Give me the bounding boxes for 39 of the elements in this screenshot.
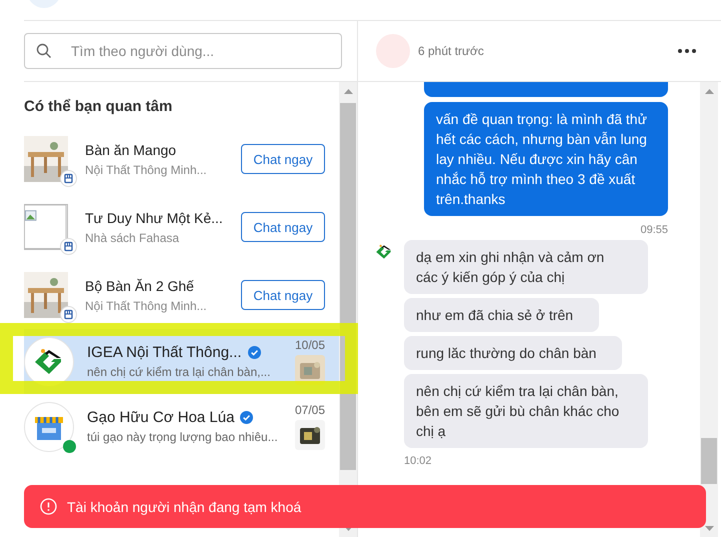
search-icon bbox=[36, 43, 52, 59]
message-time: 09:55 bbox=[640, 224, 668, 236]
message-bubble: nên chị cứ kiểm tra lại chân bàn, bên em sẽ gửi bù chân khác cho chị ạ bbox=[404, 374, 648, 448]
chat-button[interactable]: Chat ngay bbox=[241, 144, 325, 174]
message-date: 10/05 bbox=[294, 338, 325, 352]
message-bubble: dạ em xin ghi nhận và cảm ơn các ý kiến góp ý của chị bbox=[404, 240, 648, 294]
section-title: Có thể bạn quan tâm bbox=[24, 98, 174, 115]
contact-name: Gạo Hữu Cơ Hoa Lúa bbox=[87, 409, 234, 426]
shop-icon bbox=[60, 170, 77, 187]
shop-icon bbox=[60, 238, 77, 255]
message-date: 07/05 bbox=[294, 403, 325, 417]
up-arrow-icon[interactable] bbox=[344, 88, 352, 94]
message-bubble: như em đã chia sẻ ở trên bbox=[404, 298, 600, 332]
chat-button[interactable]: Chat ngay bbox=[241, 212, 325, 242]
up-arrow-icon[interactable] bbox=[704, 88, 714, 94]
shop-icon bbox=[60, 306, 77, 323]
alert-icon bbox=[40, 498, 57, 515]
message-preview: nên chị cứ kiểm tra lại chân bàn,... bbox=[87, 365, 272, 379]
product-name: Bộ Bàn Ăn 2 Ghế bbox=[85, 278, 195, 294]
scrollbar-thumb[interactable] bbox=[701, 438, 717, 484]
toast-message: Tài khoản người nhận đang tạm khoá bbox=[67, 498, 302, 514]
shop-name: Nhà sách Fahasa bbox=[85, 230, 180, 244]
broken-image-icon bbox=[24, 204, 68, 250]
down-arrow-icon[interactable] bbox=[704, 526, 714, 530]
more-icon[interactable] bbox=[677, 48, 697, 54]
message-time: 10:02 bbox=[404, 455, 432, 467]
shop-name: Nội Thất Thông Minh... bbox=[85, 298, 208, 312]
conversation-item[interactable]: Gạo Hữu Cơ Hoa Lúa túi gạo này trọng lượng bao nhiêu... 07/05 bbox=[24, 394, 339, 459]
contact-name: IGEA Nội Thất Thông... bbox=[87, 344, 242, 361]
scrollbar[interactable] bbox=[700, 82, 718, 537]
chat-button[interactable]: Chat ngay bbox=[241, 280, 325, 310]
search-field[interactable]: Tìm theo người dùng... bbox=[24, 33, 342, 69]
product-name: Bàn ăn Mango bbox=[85, 142, 178, 158]
product-name: Tư Duy Như Một Kẻ... bbox=[85, 210, 224, 226]
message-bubble: rung lăc thường do chân bàn bbox=[404, 336, 622, 370]
message-preview: túi gạo này trọng lượng bao nhiêu... bbox=[87, 430, 279, 444]
message-bubble: vấn đề quan trọng: là mình đã thử hết các cách, nhưng bàn vẫn lung lay nhiều. Nếu được xin hãy cân nhắc hỗ trợ mình theo 3 đề xuất trên.thanks bbox=[424, 102, 668, 216]
last-seen-text: 6 phút trước bbox=[418, 44, 485, 58]
shop-name: Nội Thất Thông Minh... bbox=[85, 162, 208, 176]
